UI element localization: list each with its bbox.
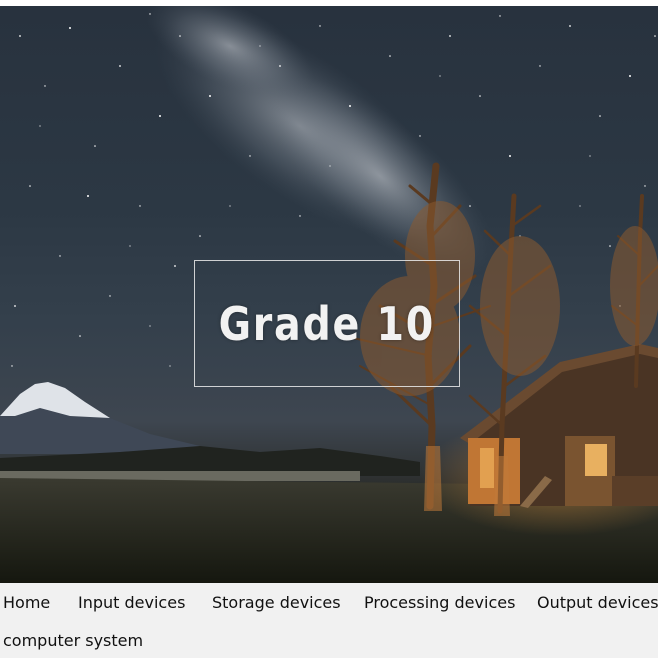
nav-item-computer-system[interactable]: computer system [3,631,143,651]
nav-item-input-devices[interactable]: Input devices [78,593,185,613]
page: Grade 10 Home Input devices Storage devi… [0,0,658,658]
page-title: Grade 10 [218,296,436,351]
nav-item-processing-devices[interactable]: Processing devices [364,593,515,613]
hero-banner: Grade 10 [0,6,658,583]
cabin-shape [460,344,658,508]
nav-item-output-devices[interactable]: Output devices [537,593,658,613]
nav-item-home[interactable]: Home [3,593,50,613]
navigation-bar: Home Input devices Storage devices Proce… [0,583,658,658]
title-box: Grade 10 [194,260,460,387]
nav-item-storage-devices[interactable]: Storage devices [212,593,341,613]
